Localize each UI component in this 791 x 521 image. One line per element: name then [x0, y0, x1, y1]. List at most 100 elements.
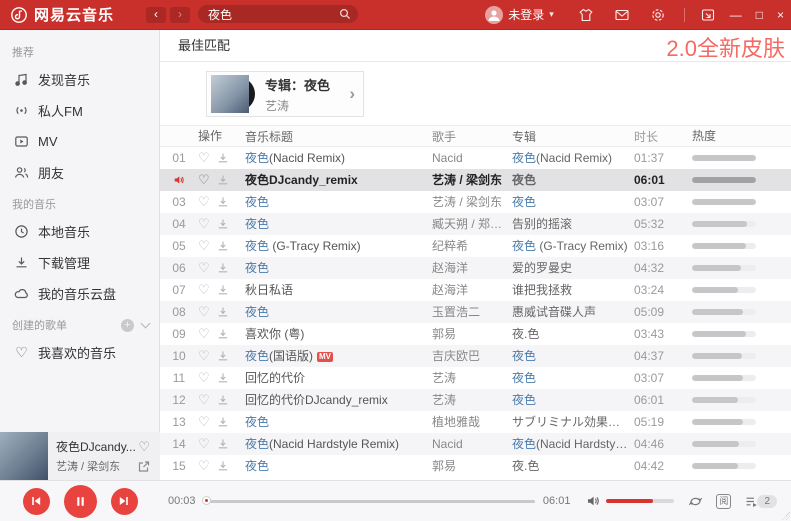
now-playing-cover[interactable]	[0, 432, 48, 480]
table-row[interactable]: 01♡夜色(Nacid Remix)Nacid夜色(Nacid Remix)01…	[160, 147, 791, 169]
like-icon[interactable]: ♡	[198, 235, 210, 257]
download-icon[interactable]	[217, 174, 229, 186]
song-artist[interactable]: 植地雅哉	[432, 411, 512, 433]
like-icon[interactable]: ♡	[198, 213, 210, 235]
collapse-playlists-icon[interactable]	[141, 319, 151, 329]
download-icon[interactable]	[217, 372, 229, 384]
like-icon[interactable]: ♡	[198, 389, 210, 411]
settings-gear-icon[interactable]	[650, 7, 666, 23]
now-playing-artist[interactable]: 艺涛 / 梁剑东	[56, 458, 137, 474]
sidebar-item-personal-fm[interactable]: 私人FM	[0, 95, 159, 126]
download-icon[interactable]	[217, 284, 229, 296]
pause-button[interactable]	[64, 485, 97, 518]
previous-button[interactable]	[23, 488, 50, 515]
table-row[interactable]: 11♡回忆的代价艺涛夜色03:07	[160, 367, 791, 389]
download-icon[interactable]	[217, 394, 229, 406]
song-artist[interactable]: 艺涛 / 梁剑东	[432, 169, 512, 191]
share-icon[interactable]	[137, 460, 150, 473]
mini-mode-icon[interactable]	[700, 7, 716, 23]
song-title[interactable]: 夜色	[245, 411, 432, 433]
song-album[interactable]: 夜色	[512, 191, 634, 213]
forward-button[interactable]: ›	[170, 7, 190, 23]
like-icon[interactable]: ♡	[198, 433, 210, 455]
song-title[interactable]: 回忆的代价	[245, 367, 432, 389]
table-row[interactable]: 04♡夜色臧天朔 / 郑钧 / 唐...告别的摇滚05:32	[160, 213, 791, 235]
like-icon[interactable]: ♡	[198, 455, 210, 477]
song-title[interactable]: 夜色DJcandy_remix	[245, 169, 432, 191]
like-icon[interactable]: ♡	[198, 191, 210, 213]
app-logo[interactable]: 网易云音乐	[0, 4, 160, 25]
table-row[interactable]: 12♡回忆的代价DJcandy_remix艺涛夜色06:01	[160, 389, 791, 411]
song-album[interactable]: 夜色(Nacid Remix)	[512, 147, 634, 169]
table-row[interactable]: 07♡秋日私语赵海洋谁把我拯救03:24	[160, 279, 791, 301]
next-button[interactable]	[111, 488, 138, 515]
song-artist[interactable]: 郭易	[432, 455, 512, 477]
song-title[interactable]: 夜色 (G-Tracy Remix)	[245, 235, 432, 257]
sidebar-item-liked-music[interactable]: ♡ 我喜欢的音乐	[0, 337, 159, 368]
song-album[interactable]: 惠威试音碟人声	[512, 301, 634, 323]
sidebar-item-cloud-disk[interactable]: 我的音乐云盘	[0, 278, 159, 309]
skin-shirt-icon[interactable]	[578, 7, 594, 23]
table-row[interactable]: ♡夜色DJcandy_remix艺涛 / 梁剑东夜色06:01	[160, 169, 791, 191]
download-icon[interactable]	[217, 196, 229, 208]
sidebar-item-local-music[interactable]: 本地音乐	[0, 216, 159, 247]
like-icon[interactable]: ♡	[198, 257, 210, 279]
song-album[interactable]: 谁把我拯救	[512, 279, 634, 301]
song-artist[interactable]: Nacid	[432, 433, 512, 455]
table-row[interactable]: 14♡夜色(Nacid Hardstyle Remix)Nacid夜色(Naci…	[160, 433, 791, 455]
mail-icon[interactable]	[614, 7, 630, 23]
search-icon[interactable]	[339, 8, 351, 20]
play-queue-button[interactable]: 2	[744, 494, 777, 509]
song-title[interactable]: 夜色	[245, 301, 432, 323]
song-artist[interactable]: 纪粹希	[432, 235, 512, 257]
song-title[interactable]: 夜色(Nacid Hardstyle Remix)	[245, 433, 432, 455]
download-icon[interactable]	[217, 152, 229, 164]
song-album[interactable]: 夜.色	[512, 455, 634, 477]
download-icon[interactable]	[217, 240, 229, 252]
song-artist[interactable]: 吉庆欧巴	[432, 345, 512, 367]
song-album[interactable]: 爱的罗曼史	[512, 257, 634, 279]
song-artist[interactable]: 玉置浩二	[432, 301, 512, 323]
song-album[interactable]: 夜色	[512, 169, 634, 191]
song-album[interactable]: 夜色	[512, 345, 634, 367]
progress-thumb[interactable]	[202, 496, 211, 505]
song-title[interactable]: 回忆的代价DJcandy_remix	[245, 389, 432, 411]
table-row[interactable]: 09♡喜欢你 (粤)郭易夜.色03:43	[160, 323, 791, 345]
table-row[interactable]: 08♡夜色玉置浩二惠威试音碟人声05:09	[160, 301, 791, 323]
download-icon[interactable]	[217, 328, 229, 340]
maximize-button[interactable]: □	[756, 0, 763, 30]
like-icon[interactable]: ♡	[198, 411, 210, 433]
download-icon[interactable]	[217, 350, 229, 362]
sidebar-item-downloads[interactable]: 下载管理	[0, 247, 159, 278]
like-icon[interactable]: ♡	[198, 147, 210, 169]
like-icon[interactable]: ♡	[198, 279, 210, 301]
song-album[interactable]: 夜.色	[512, 323, 634, 345]
mv-badge[interactable]: MV	[317, 352, 333, 362]
like-icon[interactable]: ♡	[198, 169, 210, 191]
song-artist[interactable]: 艺涛	[432, 389, 512, 411]
table-row[interactable]: 10♡夜色(国语版)MV吉庆欧巴夜色04:37	[160, 345, 791, 367]
song-artist[interactable]: Nacid	[432, 147, 512, 169]
table-row[interactable]: 03♡夜色艺涛 / 梁剑东夜色03:07	[160, 191, 791, 213]
minimize-button[interactable]: —	[730, 0, 742, 30]
progress-bar[interactable]	[204, 500, 535, 503]
song-title[interactable]: 夜色	[245, 455, 432, 477]
song-artist[interactable]: 艺涛	[432, 367, 512, 389]
song-title[interactable]: 夜色	[245, 257, 432, 279]
close-button[interactable]: ×	[777, 0, 784, 30]
song-artist[interactable]: 赵海洋	[432, 257, 512, 279]
download-icon[interactable]	[217, 460, 229, 472]
download-icon[interactable]	[217, 218, 229, 230]
now-playing-like-icon[interactable]: ♡	[138, 439, 150, 455]
song-title[interactable]: 夜色(国语版)MV	[245, 345, 432, 367]
song-title[interactable]: 秋日私语	[245, 279, 432, 301]
table-row[interactable]: 06♡夜色赵海洋爱的罗曼史04:32	[160, 257, 791, 279]
like-icon[interactable]: ♡	[198, 345, 210, 367]
song-title[interactable]: 夜色(Nacid Remix)	[245, 147, 432, 169]
song-title[interactable]: 夜色	[245, 191, 432, 213]
table-row[interactable]: 13♡夜色植地雅哉サブリミナル効果によ...05:19	[160, 411, 791, 433]
user-menu[interactable]: 未登录 ▾	[485, 6, 554, 24]
download-icon[interactable]	[217, 306, 229, 318]
download-icon[interactable]	[217, 416, 229, 428]
song-album[interactable]: 夜色	[512, 367, 634, 389]
